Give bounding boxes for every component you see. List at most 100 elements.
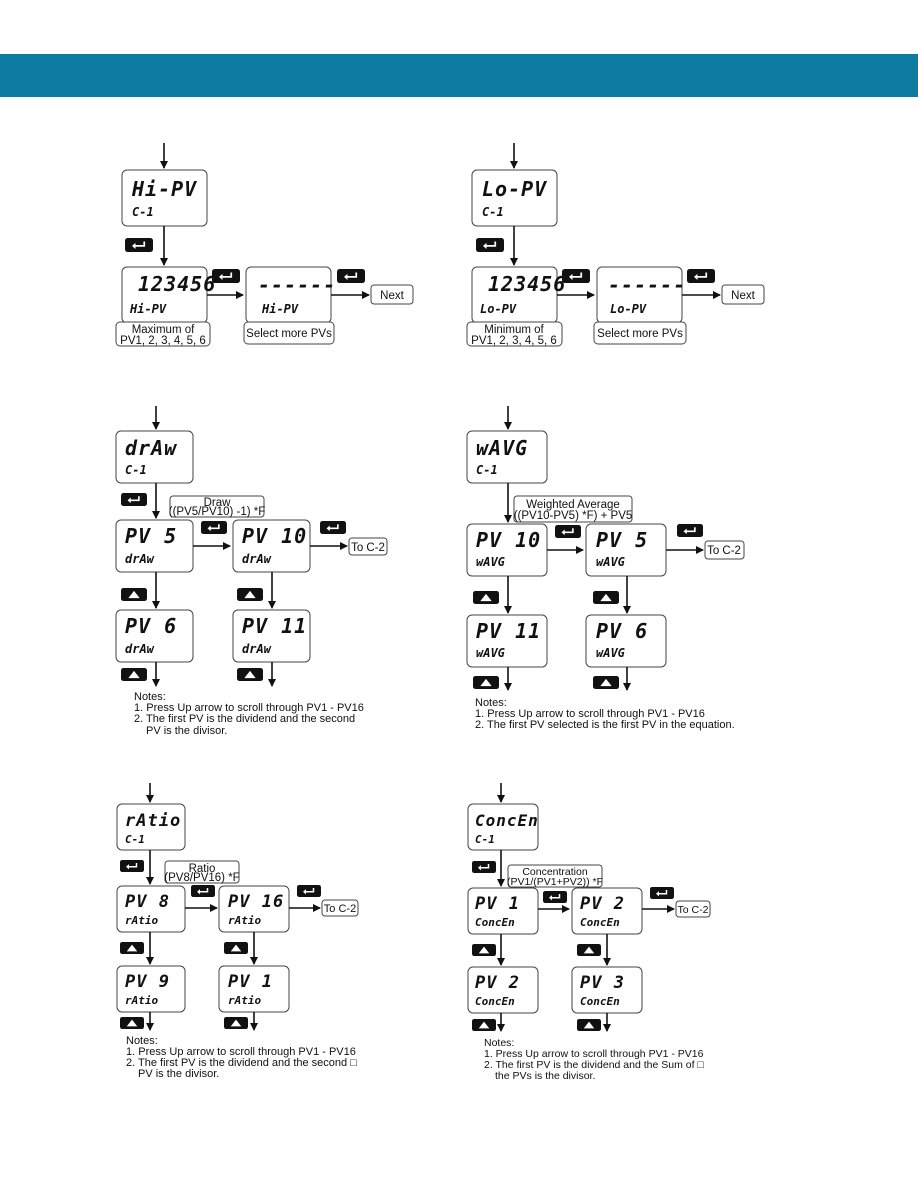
enter-key-icon[interactable] — [687, 269, 715, 283]
next-button[interactable]: Next — [370, 284, 414, 305]
hi-pv-top-display: Hi-PV C-1 — [121, 169, 208, 227]
display-sub-text: rAtio — [125, 914, 158, 927]
enter-key-icon[interactable] — [121, 493, 147, 506]
goto-label: To C-2 — [707, 545, 741, 557]
concen-first-pv-display: PV 1 ConcEn — [467, 887, 539, 935]
concen-second-next-pv-display: PV 3 ConcEn — [571, 966, 643, 1014]
enter-key-icon[interactable] — [201, 521, 227, 534]
enter-key-icon[interactable] — [125, 238, 153, 252]
display-sub-text: rAtio — [125, 994, 158, 1007]
enter-key-icon[interactable] — [297, 885, 321, 897]
note-item: 2. The first PV selected is the first PV… — [475, 719, 735, 731]
up-arrow-key-icon[interactable] — [237, 668, 263, 681]
up-arrow-key-icon[interactable] — [473, 676, 499, 689]
display-sub-text: ConcEn — [580, 916, 620, 929]
lo-pv-value-caption: Minimum of PV1, 2, 3, 4, 5, 6 — [466, 321, 563, 347]
up-arrow-key-icon[interactable] — [120, 942, 144, 954]
display-sub-text: drAw — [125, 642, 155, 656]
up-arrow-key-icon[interactable] — [577, 944, 601, 956]
note-item: the PVs is the divisor. — [495, 1070, 595, 1082]
enter-key-icon[interactable] — [543, 891, 567, 903]
ratio-formula: Ratio (PV8/PV16) *F — [164, 860, 240, 884]
display-sub-text: drAw — [242, 552, 272, 566]
display-sub-text: Lo-PV — [610, 302, 647, 316]
display-main-text: PV 10 — [242, 524, 307, 548]
wavg-notes: Notes: 1. Press Up arrow to scroll throu… — [475, 697, 735, 731]
display-sub-text: ConcEn — [580, 995, 620, 1008]
up-arrow-key-icon[interactable] — [121, 668, 147, 681]
note-item: 2. The first PV is the dividend and the … — [134, 713, 355, 725]
caption-text: Select more PVs — [246, 328, 332, 340]
next-label: Next — [380, 290, 404, 302]
display-main-text: Lo-PV — [482, 177, 547, 201]
display-main-text: drAw — [125, 436, 177, 460]
display-main-text: PV 1 — [475, 894, 520, 914]
display-main-text: ------ — [258, 273, 336, 297]
goto-c2-button[interactable]: To C-2 — [704, 540, 745, 560]
enter-key-icon[interactable] — [677, 524, 703, 537]
display-sub-text: drAw — [242, 642, 272, 656]
ratio-top-display: rAtio C-1 — [116, 803, 186, 851]
draw-first-pv-display: PV 5 drAw — [115, 519, 194, 573]
concen-formula: Concentration (PV1/(PV1+PV2)) *F — [507, 864, 603, 888]
hi-pv-select-caption: Select more PVs — [243, 321, 335, 345]
enter-key-icon[interactable] — [650, 887, 674, 899]
display-sub-text: C-1 — [476, 463, 498, 477]
display-main-text: ConcEn — [475, 811, 539, 830]
enter-key-icon[interactable] — [320, 521, 346, 534]
ratio-section: rAtio C-1 Ratio (PV8/PV16) *F PV 8 rAtio… — [116, 783, 359, 1080]
goto-c2-button[interactable]: To C-2 — [348, 537, 388, 556]
lo-pv-select-display: ------ Lo-PV — [596, 266, 686, 324]
enter-key-icon[interactable] — [120, 860, 144, 872]
goto-c2-button[interactable]: To C-2 — [321, 899, 359, 917]
up-arrow-key-icon[interactable] — [224, 1017, 248, 1029]
ratio-second-pv-display: PV 16 rAtio — [218, 885, 290, 933]
wavg-first-pv-display: PV 10 wAVG — [466, 523, 548, 577]
caption-line-2: PV1, 2, 3, 4, 5, 6 — [120, 335, 206, 347]
note-item: PV is the divisor. — [146, 725, 227, 737]
display-main-text: PV 9 — [125, 972, 170, 992]
up-arrow-key-icon[interactable] — [593, 591, 619, 604]
formula-expression: (PV8/PV16) *F — [164, 872, 239, 884]
display-sub-text: wAVG — [596, 646, 625, 660]
display-main-text: PV 1 — [228, 972, 273, 992]
enter-key-icon[interactable] — [472, 861, 496, 873]
ratio-first-next-pv-display: PV 9 rAtio — [116, 965, 186, 1013]
up-arrow-key-icon[interactable] — [472, 944, 496, 956]
enter-key-icon[interactable] — [476, 238, 504, 252]
display-sub-text: drAw — [125, 552, 155, 566]
display-sub-text: wAVG — [476, 555, 505, 569]
enter-key-icon[interactable] — [555, 525, 581, 538]
up-arrow-key-icon[interactable] — [593, 676, 619, 689]
display-main-text: PV 16 — [228, 892, 284, 912]
up-arrow-key-icon[interactable] — [120, 1017, 144, 1029]
up-arrow-key-icon[interactable] — [121, 588, 147, 601]
draw-notes: Notes: 1. Press Up arrow to scroll throu… — [134, 691, 364, 737]
goto-c2-button[interactable]: To C-2 — [675, 900, 711, 918]
next-button[interactable]: Next — [721, 284, 765, 305]
up-arrow-key-icon[interactable] — [472, 1019, 496, 1031]
concen-second-pv-display: PV 2 ConcEn — [571, 887, 643, 935]
goto-label: To C-2 — [678, 904, 709, 916]
enter-key-icon[interactable] — [191, 885, 215, 897]
enter-key-icon[interactable] — [562, 269, 590, 283]
wavg-second-pv-display: PV 5 wAVG — [585, 523, 667, 577]
display-main-text: PV 2 — [580, 894, 625, 914]
enter-key-icon[interactable] — [337, 269, 365, 283]
up-arrow-key-icon[interactable] — [577, 1019, 601, 1031]
up-arrow-key-icon[interactable] — [224, 942, 248, 954]
enter-key-icon[interactable] — [212, 269, 240, 283]
display-main-text: Hi-PV — [131, 177, 197, 201]
display-main-text: PV 11 — [242, 614, 307, 638]
ratio-second-next-pv-display: PV 1 rAtio — [218, 965, 290, 1013]
up-arrow-key-icon[interactable] — [473, 591, 499, 604]
display-main-text: PV 8 — [125, 892, 170, 912]
up-arrow-key-icon[interactable] — [237, 588, 263, 601]
display-sub-text: Hi-PV — [261, 302, 299, 316]
wavg-first-next-pv-display: PV 11 wAVG — [466, 614, 548, 668]
display-sub-text: wAVG — [596, 555, 625, 569]
display-sub-text: rAtio — [228, 994, 261, 1007]
draw-second-next-pv-display: PV 11 drAw — [232, 609, 311, 663]
display-main-text: ------ — [608, 273, 686, 297]
display-main-text: rAtio — [125, 811, 181, 831]
